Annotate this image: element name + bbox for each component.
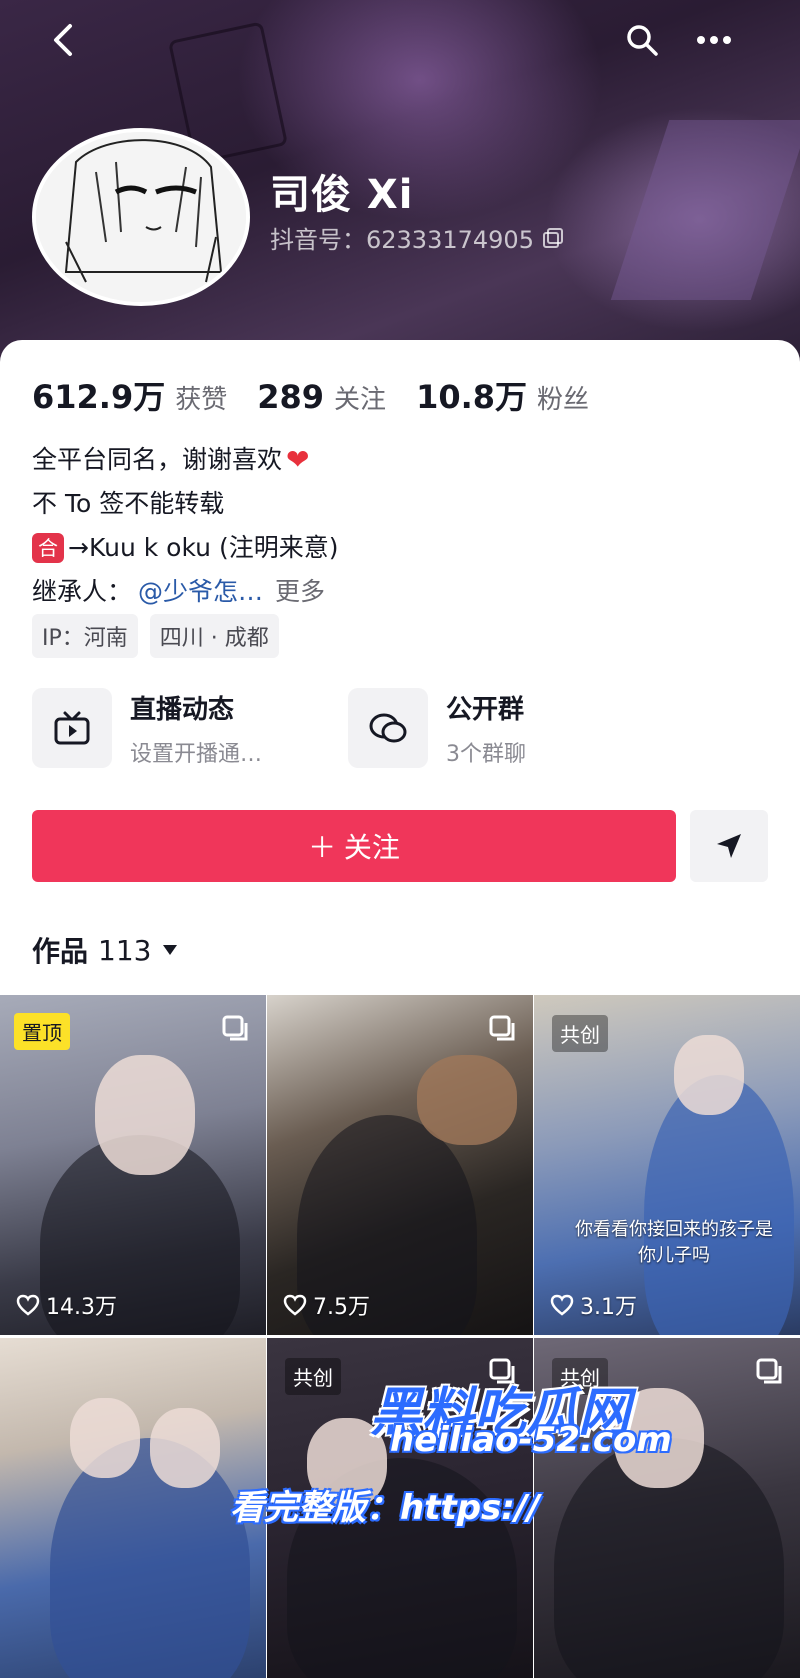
douyin-id-text: 抖音号：62333174905 — [270, 226, 534, 254]
video-thumbnail — [614, 1388, 704, 1488]
copy-icon[interactable] — [542, 227, 564, 249]
video-tile[interactable]: 置顶 14.3万 — [0, 995, 266, 1335]
video-thumbnail — [50, 1438, 250, 1678]
co-creation-badge: 共创 — [552, 1015, 608, 1052]
heart-outline-icon — [283, 1294, 307, 1316]
bio-line: 全平台同名，谢谢喜欢 ❤ — [32, 438, 338, 482]
works-label: 作品 — [32, 935, 89, 968]
tv-icon — [32, 688, 112, 768]
stat-following[interactable]: 289 关注 — [257, 378, 386, 416]
back-icon — [54, 24, 72, 56]
co-creation-badge: 共创 — [552, 1358, 608, 1395]
ip-tag: IP：河南 — [32, 614, 138, 658]
mention-link[interactable]: @少爷怎… — [138, 570, 263, 614]
entry-text: 直播动态 设置开播通… — [130, 689, 262, 768]
video-tile[interactable]: 共创 你看看你接回来的孩子是你儿子吗 3.1万 — [534, 995, 800, 1335]
send-icon — [717, 834, 741, 858]
pinned-badge: 置顶 — [14, 1013, 70, 1050]
back-button[interactable] — [42, 18, 86, 62]
multi-image-icon — [489, 1358, 515, 1384]
stat-value: 289 — [257, 378, 325, 416]
nickname: 司俊 Xi — [270, 172, 414, 218]
he-badge-icon: 合 — [32, 533, 64, 563]
bio-line: 继承人： @少爷怎… 更多 — [32, 570, 338, 614]
co-creation-badge: 共创 — [285, 1358, 341, 1395]
entry-title: 公开群 — [446, 694, 525, 725]
like-count: 3.1万 — [550, 1289, 637, 1321]
video-tile[interactable] — [0, 1338, 266, 1678]
banner-decoration — [610, 120, 800, 300]
stat-label: 粉丝 — [537, 385, 590, 415]
bio-text: →Kuu k oku (注明来意) — [68, 533, 339, 562]
tag-row: IP：河南 四川 · 成都 — [32, 614, 279, 658]
video-caption: 你看看你接回来的孩子是你儿子吗 — [575, 1219, 773, 1266]
bio: 全平台同名，谢谢喜欢 ❤ 不 To 签不能转载 合 →Kuu k oku (注明… — [32, 438, 338, 614]
video-thumbnail — [674, 1035, 744, 1115]
like-count-text: 14.3万 — [46, 1295, 117, 1320]
like-count: 14.3万 — [16, 1289, 117, 1321]
bio-text: 全平台同名，谢谢喜欢 — [32, 445, 283, 474]
search-button[interactable] — [620, 18, 664, 62]
bio-more-link[interactable]: 更多 — [275, 570, 325, 614]
entry-subtitle: 设置开播通… — [130, 741, 263, 767]
share-button[interactable] — [690, 810, 768, 882]
video-thumbnail — [417, 1055, 517, 1145]
heart-icon: ❤ — [286, 443, 310, 476]
douyin-id: 抖音号：62333174905 — [270, 220, 564, 255]
works-tab[interactable]: 作品 113 — [32, 930, 179, 970]
stats-row: 612.9万 获赞 289 关注 10.8万 粉丝 — [32, 372, 589, 418]
like-count: 7.5万 — [283, 1289, 370, 1321]
stat-likes[interactable]: 612.9万 获赞 — [32, 372, 227, 418]
video-tile[interactable]: 共创 — [534, 1338, 800, 1678]
search-icon — [627, 25, 658, 56]
bio-text: 继承人： — [32, 577, 133, 606]
multi-image-icon — [489, 1015, 515, 1041]
video-thumbnail — [70, 1398, 140, 1478]
entry-text: 公开群 3个群聊 — [446, 689, 526, 768]
entry-title: 直播动态 — [130, 694, 235, 725]
more-button[interactable] — [692, 18, 736, 62]
stat-value: 612.9万 — [32, 378, 166, 416]
stat-value: 10.8万 — [416, 378, 528, 416]
follow-button[interactable]: ＋ 关注 — [32, 810, 676, 882]
works-count: 113 — [98, 933, 152, 967]
video-thumbnail — [95, 1055, 195, 1175]
bio-text: 不 To 签不能转载 — [32, 489, 225, 518]
bio-line: 合 →Kuu k oku (注明来意) — [32, 526, 338, 570]
like-count-text: 7.5万 — [313, 1295, 370, 1320]
stat-label: 关注 — [334, 385, 387, 415]
heart-outline-icon — [16, 1294, 40, 1316]
avatar-drawing — [36, 132, 246, 302]
video-tile[interactable]: 7.5万 — [267, 995, 533, 1335]
multi-image-icon — [222, 1015, 248, 1041]
multi-image-icon — [756, 1358, 782, 1384]
avatar[interactable] — [32, 128, 250, 306]
video-grid: 置顶 14.3万 7.5万 共创 你看看你接回来的孩子是你儿子吗 3.1万 共创 — [0, 995, 800, 1678]
stat-label: 获赞 — [175, 385, 228, 415]
entry-subtitle: 3个群聊 — [446, 741, 526, 767]
caret-down-icon — [163, 945, 178, 955]
heart-outline-icon — [550, 1294, 574, 1316]
location-tag[interactable]: 四川 · 成都 — [149, 614, 279, 658]
video-thumbnail — [150, 1408, 220, 1488]
like-count-text: 3.1万 — [580, 1295, 637, 1320]
bio-line: 不 To 签不能转载 — [32, 482, 338, 526]
video-thumbnail — [307, 1418, 387, 1508]
video-tile[interactable]: 共创 — [267, 1338, 533, 1678]
chat-group-icon — [348, 688, 428, 768]
live-dynamics-entry[interactable]: 直播动态 设置开播通… — [32, 688, 262, 768]
public-group-entry[interactable]: 公开群 3个群聊 — [348, 688, 526, 768]
stat-followers[interactable]: 10.8万 粉丝 — [416, 372, 589, 418]
more-icon — [697, 36, 731, 44]
